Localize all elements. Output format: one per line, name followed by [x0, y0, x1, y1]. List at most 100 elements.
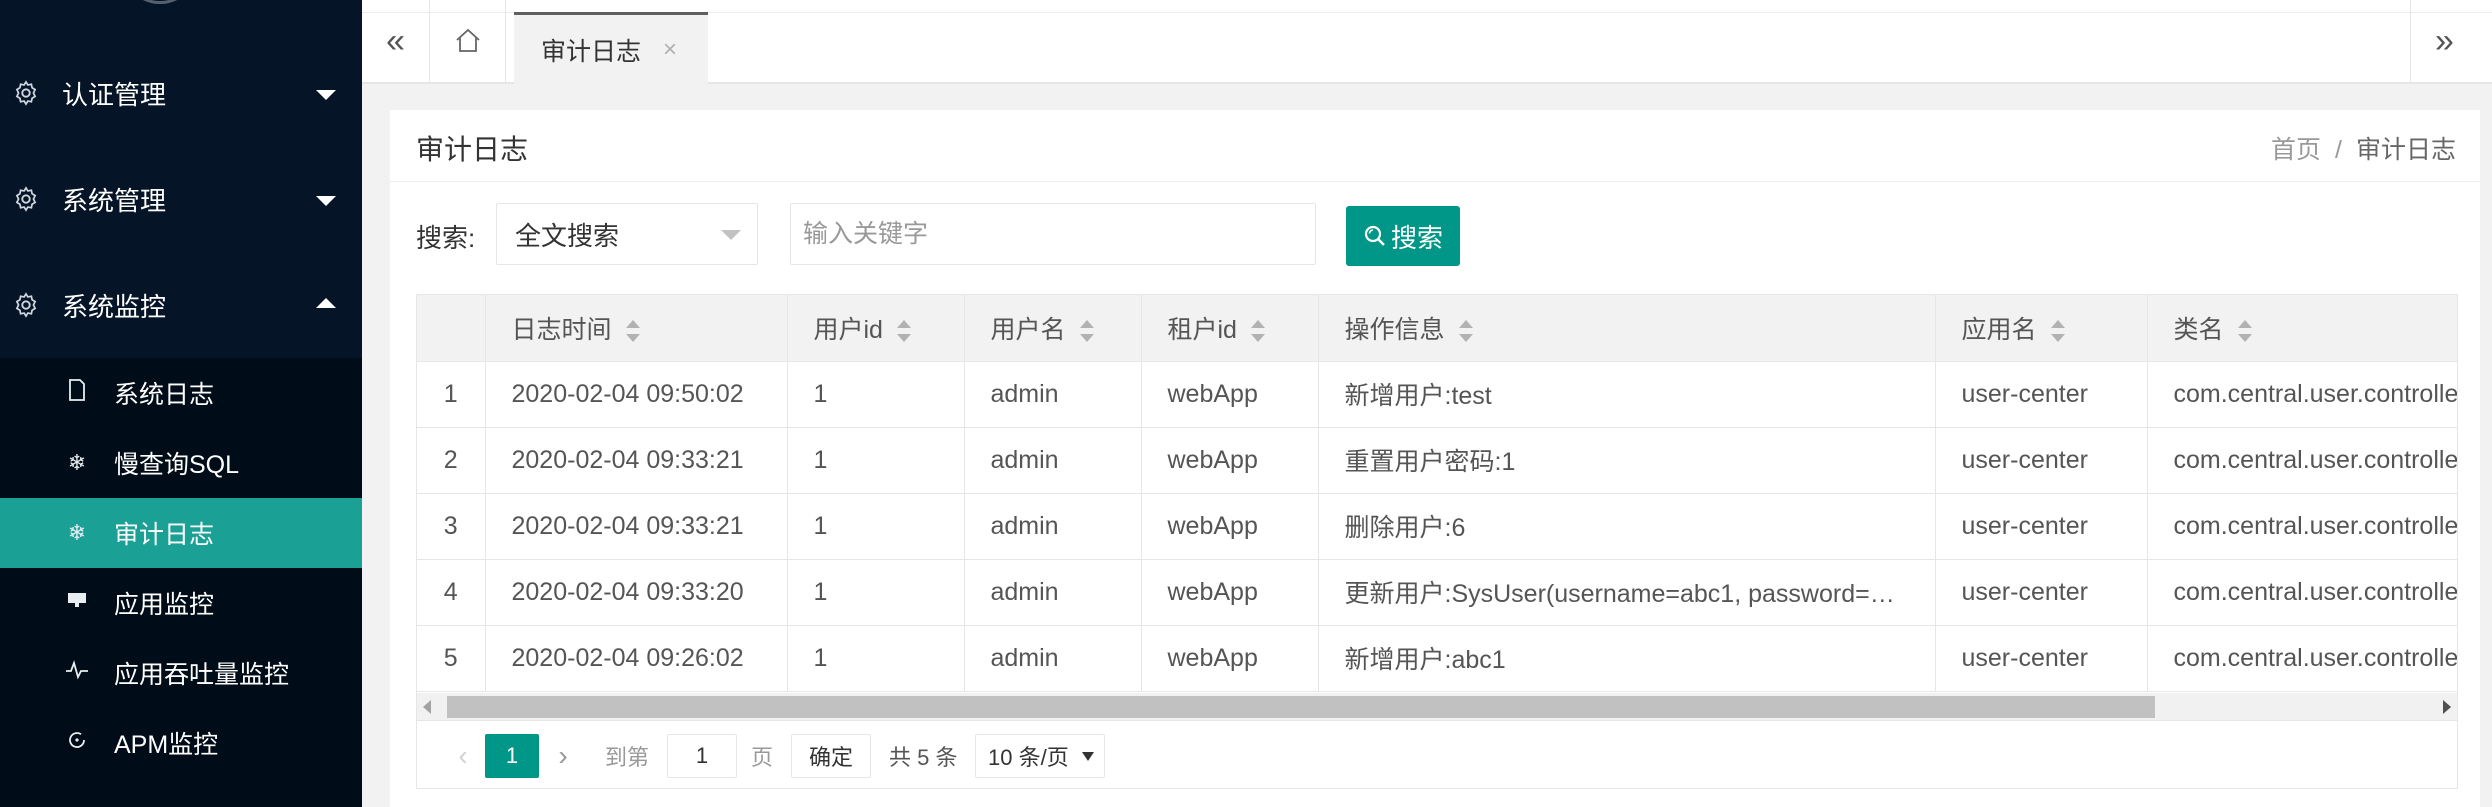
- table-row[interactable]: 1 2020-02-04 09:50:02 1 admin webApp 新增用…: [417, 361, 2457, 428]
- gear-icon: [15, 292, 37, 318]
- column-header-class-name[interactable]: 类名: [2147, 295, 2457, 362]
- table-row[interactable]: 3 2020-02-04 09:33:21 1 admin webApp 删除用…: [417, 493, 2457, 560]
- cell-class-name: com.central.user.controller.: [2147, 427, 2457, 494]
- column-header-user-id[interactable]: 用户id: [787, 295, 965, 362]
- sort-icon[interactable]: [1079, 320, 1094, 343]
- sort-icon[interactable]: [625, 320, 640, 343]
- search-icon: [1364, 225, 1385, 246]
- table-row[interactable]: 4 2020-02-04 09:33:20 1 admin webApp 更新用…: [417, 559, 2457, 626]
- sidebar-item-system-log[interactable]: 系统日志: [0, 358, 362, 428]
- sidebar-item-label: 慢查询SQL: [114, 451, 240, 479]
- table-row[interactable]: 5 2020-02-04 09:26:02 1 admin webApp 新增用…: [417, 625, 2457, 692]
- sidebar-item-audit-log[interactable]: ❄ 审计日志: [0, 498, 362, 568]
- column-header-label: 操作信息: [1344, 315, 1445, 344]
- cell-username: admin: [964, 427, 1142, 494]
- column-header-username[interactable]: 用户名: [964, 295, 1142, 362]
- sidebar-item-throughput-monitor[interactable]: 应用吞吐量监控: [0, 638, 362, 708]
- breadcrumb-home-link[interactable]: 首页: [2271, 136, 2321, 164]
- cell-log-time: 2020-02-04 09:33:21: [485, 493, 788, 560]
- sort-icon[interactable]: [2237, 320, 2252, 343]
- table-row[interactable]: 2 2020-02-04 09:33:21 1 admin webApp 重置用…: [417, 427, 2457, 494]
- menu-group-label: 系统监控: [62, 291, 167, 322]
- search-label: 搜索:: [416, 223, 476, 253]
- column-header-log-time[interactable]: 日志时间: [485, 295, 788, 362]
- next-page-button[interactable]: ›: [539, 734, 587, 778]
- cell-operation: 新增用户:abc1: [1318, 625, 1936, 692]
- cell-username: admin: [964, 559, 1142, 626]
- cell-index: 2: [417, 427, 486, 494]
- menu-group-system[interactable]: 系统管理: [0, 146, 362, 252]
- menu-group-monitor[interactable]: 系统监控: [0, 252, 362, 358]
- goto-page-input[interactable]: 1: [667, 734, 737, 778]
- double-chevron-right-icon: »: [2435, 21, 2454, 60]
- page-size-select[interactable]: 10 条/页: [975, 734, 1105, 778]
- sidebar-item-apm-monitor[interactable]: APM监控: [0, 708, 362, 778]
- sort-icon[interactable]: [1250, 320, 1265, 343]
- sort-icon[interactable]: [1458, 320, 1473, 343]
- tabs-scroll-right-button[interactable]: »: [2410, 0, 2478, 82]
- chevron-down-icon: [721, 230, 741, 240]
- cell-username: admin: [964, 625, 1142, 692]
- cell-log-time: 2020-02-04 09:50:02: [485, 361, 788, 428]
- cell-operation: 更新用户:SysUser(username=abc1, password=nul…: [1318, 559, 1936, 626]
- sidebar-item-label: 审计日志: [114, 521, 215, 549]
- column-header-index: [417, 295, 486, 362]
- cell-class-name: com.central.user.controller.: [2147, 361, 2457, 428]
- cell-tenant-id: webApp: [1141, 625, 1319, 692]
- gear-icon: [15, 186, 37, 212]
- column-header-operation[interactable]: 操作信息: [1318, 295, 1936, 362]
- scrollbar-thumb[interactable]: [447, 696, 2155, 718]
- sort-icon[interactable]: [896, 320, 911, 343]
- page-1-button[interactable]: 1: [485, 734, 539, 778]
- tab-audit-log[interactable]: 审计日志 ×: [514, 12, 708, 84]
- cell-index: 3: [417, 493, 486, 560]
- total-count: 共 5 条: [889, 745, 958, 770]
- cell-tenant-id: webApp: [1141, 559, 1319, 626]
- cell-index: 5: [417, 625, 486, 692]
- tab-home[interactable]: [430, 0, 506, 82]
- column-header-label: 类名: [2173, 315, 2224, 344]
- home-icon: [455, 28, 480, 52]
- column-header-label: 租户id: [1167, 315, 1237, 344]
- column-header-tenant-id[interactable]: 租户id: [1141, 295, 1319, 362]
- close-icon[interactable]: ×: [663, 36, 677, 64]
- cell-user-id: 1: [787, 427, 965, 494]
- pulse-icon: [64, 660, 90, 686]
- cell-tenant-id: webApp: [1141, 493, 1319, 560]
- scroll-right-arrow-icon[interactable]: [2443, 700, 2451, 714]
- search-button[interactable]: 搜索: [1346, 206, 1460, 266]
- breadcrumb-current: 审计日志: [2355, 136, 2456, 164]
- search-input[interactable]: [790, 203, 1316, 265]
- cell-user-id: 1: [787, 559, 965, 626]
- prev-page-button[interactable]: ‹: [439, 734, 487, 778]
- cell-user-id: 1: [787, 361, 965, 428]
- scroll-left-arrow-icon[interactable]: [423, 700, 431, 714]
- goto-label: 到第: [605, 745, 650, 770]
- search-type-select[interactable]: 全文搜索: [496, 203, 758, 265]
- menu-group-auth[interactable]: 认证管理: [0, 40, 362, 146]
- column-header-label: 用户名: [990, 315, 1066, 344]
- cell-app-name: user-center: [1935, 493, 2148, 560]
- cell-class-name: com.central.user.controller.: [2147, 625, 2457, 692]
- horizontal-scrollbar[interactable]: [417, 693, 2457, 721]
- tabs-scroll-left-button[interactable]: «: [362, 0, 430, 82]
- column-header-app-name[interactable]: 应用名: [1935, 295, 2148, 362]
- sidebar-item-slow-sql[interactable]: ❄ 慢查询SQL: [0, 428, 362, 498]
- sort-icon[interactable]: [2050, 320, 2065, 343]
- menu-group-label: 认证管理: [62, 79, 167, 110]
- cell-class-name: com.central.user.controller.: [2147, 559, 2457, 626]
- sidebar-item-label: APM监控: [114, 731, 219, 759]
- card-header: 审计日志 首页 / 审计日志: [390, 110, 2480, 182]
- breadcrumb: 首页 / 审计日志: [2271, 130, 2456, 166]
- cell-app-name: user-center: [1935, 427, 2148, 494]
- content-card: 审计日志 首页 / 审计日志 搜索: 全文搜索 搜索 日志时间 用户id 用户名 租…: [390, 110, 2480, 807]
- menu-group-label: 系统管理: [62, 185, 167, 216]
- page-label: 页: [751, 745, 774, 770]
- sidebar-item-label: 应用监控: [114, 591, 215, 619]
- column-header-label: 日志时间: [511, 315, 612, 344]
- cell-app-name: user-center: [1935, 559, 2148, 626]
- cell-app-name: user-center: [1935, 625, 2148, 692]
- goto-confirm-button[interactable]: 确定: [791, 734, 871, 778]
- sidebar-item-app-monitor[interactable]: 应用监控: [0, 568, 362, 638]
- double-chevron-left-icon: «: [386, 21, 405, 60]
